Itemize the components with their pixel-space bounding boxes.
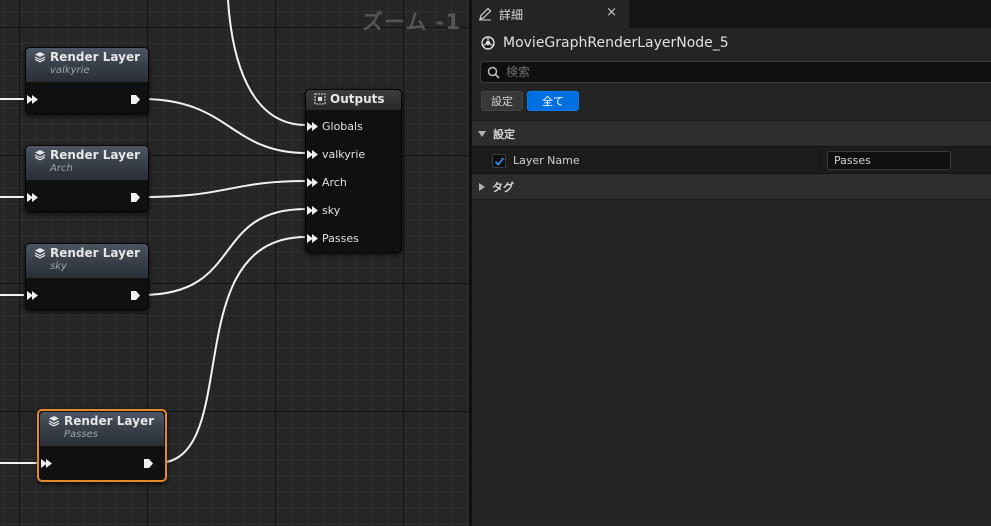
node-subtitle: sky — [50, 261, 67, 272]
pin-label: valkyrie — [322, 148, 366, 161]
layer-name-override-checkbox[interactable] — [492, 154, 506, 168]
exec-pin-icon — [307, 178, 318, 187]
pin-label: Arch — [322, 176, 347, 189]
node-title: Render Layer — [64, 414, 154, 428]
exec-input-pin[interactable] — [27, 94, 38, 105]
expand-arrow-icon — [478, 130, 486, 137]
render-layer-node-passes[interactable]: Render Layer Passes — [37, 409, 167, 482]
section-label: 設定 — [493, 127, 515, 141]
exec-output-pin[interactable] — [130, 94, 141, 105]
node-header: Outputs — [306, 90, 401, 110]
pencil-icon — [479, 7, 492, 21]
render-layer-node-arch[interactable]: Render Layer Arch — [25, 145, 149, 212]
layers-icon — [34, 150, 46, 161]
node-subtitle: Passes — [64, 429, 98, 440]
section-header-settings[interactable]: 設定 — [472, 120, 991, 146]
exec-output-pin[interactable] — [130, 290, 141, 301]
node-header: Render Layer valkyrie — [26, 48, 148, 82]
exec-pin-icon — [131, 193, 140, 202]
search-icon — [487, 66, 500, 79]
property-row-layer-name: Layer Name — [472, 146, 991, 175]
tab-strip: 詳細 × — [472, 0, 991, 28]
node-header: Render Layer Arch — [26, 146, 148, 180]
node-object-icon — [481, 36, 495, 50]
exec-pin-icon — [27, 291, 38, 300]
wire-arch — [141, 180, 307, 198]
node-title: Render Layer — [50, 148, 140, 162]
render-layer-node-sky[interactable]: Render Layer sky — [25, 243, 149, 310]
wire-sky — [141, 208, 307, 296]
outputs-icon — [314, 93, 326, 105]
exec-pin-icon — [307, 150, 318, 159]
layers-icon — [48, 416, 60, 427]
exec-output-pin[interactable] — [130, 192, 141, 203]
render-layer-node-valkyrie[interactable]: Render Layer valkyrie — [25, 47, 149, 114]
details-panel: 詳細 × MovieGraphRenderLayerNode_5 設定 全て 設… — [472, 0, 991, 526]
property-label: Layer Name — [513, 154, 580, 167]
tab-details[interactable]: 詳細 × — [472, 0, 629, 28]
exec-output-pin[interactable] — [143, 458, 154, 469]
column-splitter[interactable] — [820, 147, 821, 175]
selected-object-row: MovieGraphRenderLayerNode_5 — [472, 28, 991, 58]
exec-pin-icon — [307, 206, 318, 215]
node-title: Render Layer — [50, 246, 140, 260]
node-subtitle: valkyrie — [50, 65, 90, 76]
exec-pin-icon — [131, 291, 140, 300]
exec-pin-icon — [27, 193, 38, 202]
wire-globals — [227, 0, 307, 126]
wire-passes — [156, 236, 307, 464]
output-pin-arch[interactable]: Arch — [307, 176, 347, 189]
output-pin-passes[interactable]: Passes — [307, 232, 359, 245]
search-input[interactable] — [506, 65, 906, 79]
wire-valkyrie — [141, 98, 307, 154]
node-header: Render Layer sky — [26, 244, 148, 278]
filter-buttons: 設定 全て — [481, 91, 579, 111]
node-subtitle: Arch — [50, 163, 73, 174]
layer-name-field[interactable] — [827, 151, 951, 170]
exec-pin-icon — [131, 95, 140, 104]
editor-window: ズーム -1 Render Layer valkyrie Render Laye… — [0, 0, 991, 526]
pin-label: Passes — [322, 232, 359, 245]
exec-input-pin[interactable] — [27, 192, 38, 203]
node-title: Outputs — [330, 92, 385, 106]
exec-pin-icon — [27, 95, 38, 104]
pin-label: sky — [322, 204, 341, 217]
pin-label: Globals — [322, 120, 363, 133]
graph-canvas[interactable]: ズーム -1 Render Layer valkyrie Render Laye… — [0, 0, 469, 526]
exec-pin-icon — [41, 459, 52, 468]
exec-pin-icon — [144, 459, 153, 468]
close-tab-button[interactable]: × — [606, 5, 617, 20]
tab-label: 詳細 — [499, 7, 524, 22]
checkmark-icon — [494, 156, 504, 166]
exec-pin-icon — [307, 122, 318, 131]
output-pin-globals[interactable]: Globals — [307, 120, 363, 133]
details-search-box[interactable] — [480, 61, 991, 83]
exec-input-pin[interactable] — [41, 458, 52, 469]
output-pin-sky[interactable]: sky — [307, 204, 340, 217]
layers-icon — [34, 52, 46, 63]
outputs-node[interactable]: Outputs Globals valkyrie Arch sky Passes — [305, 89, 402, 253]
node-title: Render Layer — [50, 50, 140, 64]
exec-pin-icon — [307, 234, 318, 243]
exec-input-pin[interactable] — [27, 290, 38, 301]
node-header: Render Layer Passes — [40, 412, 164, 446]
selected-object-name: MovieGraphRenderLayerNode_5 — [503, 35, 729, 51]
output-pin-valkyrie[interactable]: valkyrie — [307, 148, 365, 161]
section-label: タグ — [492, 180, 514, 194]
section-header-tags[interactable]: タグ — [472, 174, 991, 200]
collapse-arrow-icon — [479, 182, 485, 191]
filter-all-button[interactable]: 全て — [527, 91, 579, 111]
filter-settings-button[interactable]: 設定 — [481, 91, 523, 111]
layers-icon — [34, 248, 46, 259]
